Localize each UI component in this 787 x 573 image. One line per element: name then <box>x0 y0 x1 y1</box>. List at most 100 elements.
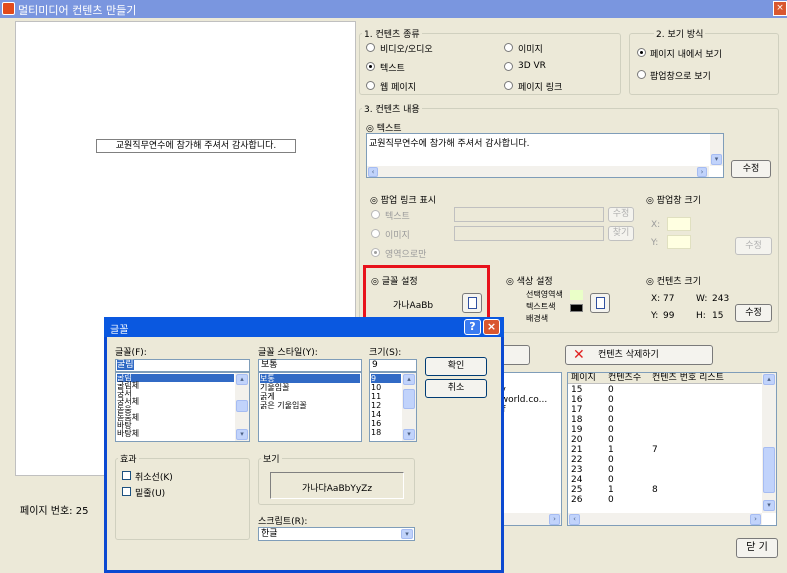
color-bg-label: 배경색 <box>526 314 549 323</box>
table-row[interactable]: 15 0 <box>568 385 762 395</box>
preview-text-box[interactable]: 교원직무연수에 참가해 주셔서 감사합니다. <box>96 139 296 153</box>
table-row[interactable]: 24 0 <box>568 475 762 485</box>
page-list[interactable]: 페이지 컨텐츠수 컨텐츠 번호 리스트 15 0 16 0 17 0 18 0 19 0 20 0 21… <box>567 372 777 526</box>
size-list-item[interactable]: 14 <box>371 410 401 419</box>
font-list-item[interactable]: 궁서체 <box>117 398 234 406</box>
table-row[interactable]: 16 0 <box>568 395 762 405</box>
header-count[interactable]: 컨텐츠수 <box>608 373 641 383</box>
popup-x-input[interactable] <box>667 217 691 231</box>
popup-image-input[interactable] <box>454 226 604 241</box>
radio-webpage[interactable] <box>366 81 375 90</box>
strike-checkbox[interactable] <box>122 471 131 480</box>
scroll-thumb[interactable] <box>236 400 248 412</box>
table-row[interactable]: 18 0 <box>568 415 762 425</box>
scroll-down-icon[interactable]: ▾ <box>763 500 775 511</box>
scroll-up-icon[interactable]: ▴ <box>763 374 775 385</box>
scroll-right-icon[interactable]: › <box>750 514 761 525</box>
radio-popup-text[interactable] <box>371 210 380 219</box>
font-list-item[interactable]: 돋움체 <box>117 414 234 422</box>
size-w-value[interactable]: 243 <box>712 294 729 304</box>
close-button[interactable]: 닫 기 <box>736 538 778 558</box>
select-color-swatch[interactable] <box>570 290 583 300</box>
font-name-input[interactable]: 굴림 <box>115 359 250 372</box>
size-edit-button[interactable]: 수정 <box>735 304 772 322</box>
radio-3dvr[interactable] <box>504 62 513 71</box>
radio-image[interactable] <box>504 43 513 52</box>
list-hscroll[interactable] <box>568 513 762 525</box>
font-size-input[interactable]: 9 <box>369 359 417 372</box>
radio-inline-view[interactable] <box>637 48 646 57</box>
font-style-label: 글꼴 스타일(Y): <box>258 348 318 358</box>
style-list-item[interactable]: 굵게 <box>260 392 360 401</box>
radio-text[interactable] <box>366 62 375 71</box>
size-list-item[interactable]: 18 <box>371 428 401 437</box>
table-row[interactable]: 20 0 <box>568 435 762 445</box>
hidden-button-partial[interactable] <box>500 345 530 365</box>
scroll-up-icon[interactable]: ▴ <box>403 374 415 385</box>
scroll-right-icon[interactable]: › <box>549 514 560 525</box>
scroll-thumb[interactable] <box>763 447 775 493</box>
chevron-down-icon[interactable]: ▾ <box>401 529 413 539</box>
text-edit-button[interactable]: 수정 <box>731 160 771 178</box>
popup-text-input[interactable] <box>454 207 604 222</box>
popup-y-input[interactable] <box>667 235 691 249</box>
font-list[interactable]: 굴림 굴림체 궁서 궁서체 돋움 돋움체 바탕 바탕체 ▴ ▾ <box>115 372 250 442</box>
table-row[interactable]: 23 0 <box>568 465 762 475</box>
scroll-down-icon[interactable]: ▾ <box>236 429 248 440</box>
table-row[interactable]: 19 0 <box>568 425 762 435</box>
style-list-item[interactable]: 굵은 기울임꼴 <box>260 401 360 410</box>
radio-popup-image[interactable] <box>371 229 380 238</box>
table-row[interactable]: 25 1 8 <box>568 485 762 495</box>
delete-content-button[interactable]: ✕ 컨텐츠 삭제하기 <box>565 345 713 365</box>
font-list-item[interactable]: 굴림체 <box>117 382 234 390</box>
scroll-left-icon[interactable]: ‹ <box>569 514 580 525</box>
table-row[interactable]: 26 0 <box>568 495 762 505</box>
radio-popup-area[interactable] <box>371 248 380 257</box>
size-list-item[interactable]: 9 <box>371 374 401 383</box>
scroll-up-icon[interactable]: ▴ <box>236 374 248 385</box>
size-h-label: H: <box>696 311 706 321</box>
text-color-swatch[interactable] <box>570 304 583 312</box>
popup-find-button[interactable]: 찾기 <box>608 226 634 241</box>
size-y-value[interactable]: 99 <box>663 311 674 321</box>
radio-popup-view[interactable] <box>637 70 646 79</box>
font-list-item[interactable]: 바탕체 <box>117 430 234 438</box>
size-list-item[interactable]: 12 <box>371 401 401 410</box>
popup-size-edit-button[interactable]: 수정 <box>735 237 772 255</box>
cell-page: 22 <box>571 455 583 465</box>
color-picker-button[interactable] <box>590 293 610 313</box>
radio-video[interactable] <box>366 43 375 52</box>
header-page[interactable]: 페이지 <box>571 373 596 383</box>
scroll-left-icon[interactable]: ‹ <box>368 167 378 177</box>
ok-button[interactable]: 확인 <box>425 357 487 376</box>
font-style-list[interactable]: 보통 기울임꼴 굵게 굵은 기울임꼴 <box>258 372 362 442</box>
style-list-item[interactable]: 기울임꼴 <box>260 383 360 392</box>
style-list-item[interactable]: 보통 <box>260 374 360 383</box>
scroll-thumb[interactable] <box>403 389 415 409</box>
radio-pagelink[interactable] <box>504 81 513 90</box>
cancel-button[interactable]: 취소 <box>425 379 487 398</box>
size-list-item[interactable]: 10 <box>371 383 401 392</box>
content-text-area[interactable]: 교원직무연수에 참가해 주셔서 감사합니다. ‹ › ▾ <box>366 133 724 178</box>
size-list-item[interactable]: 11 <box>371 392 401 401</box>
size-h-value[interactable]: 15 <box>712 311 723 321</box>
font-style-input[interactable]: 보통 <box>258 359 362 372</box>
underline-checkbox[interactable] <box>122 487 131 496</box>
header-numbers[interactable]: 컨텐츠 번호 리스트 <box>652 373 724 383</box>
scroll-down-icon[interactable]: ▾ <box>711 154 722 165</box>
table-row[interactable]: 21 1 7 <box>568 445 762 455</box>
font-size-list[interactable]: 9 10 11 12 14 16 18 ▴ ▾ <box>369 372 417 442</box>
window-close-button[interactable]: × <box>773 1 787 16</box>
table-row[interactable]: 17 0 <box>568 405 762 415</box>
size-x-value[interactable]: 77 <box>663 294 674 304</box>
dialog-close-button[interactable]: × <box>483 319 500 335</box>
help-button[interactable]: ? <box>464 319 481 335</box>
size-list-item[interactable]: 16 <box>371 419 401 428</box>
color-text-label: 텍스트색 <box>526 302 556 311</box>
table-row[interactable]: 22 0 <box>568 455 762 465</box>
script-select[interactable]: 한글 ▾ <box>258 527 415 541</box>
text-hscroll[interactable] <box>367 166 709 177</box>
scroll-down-icon[interactable]: ▾ <box>403 429 415 440</box>
scroll-right-icon[interactable]: › <box>697 167 707 177</box>
popup-edit-button[interactable]: 수정 <box>608 207 634 222</box>
